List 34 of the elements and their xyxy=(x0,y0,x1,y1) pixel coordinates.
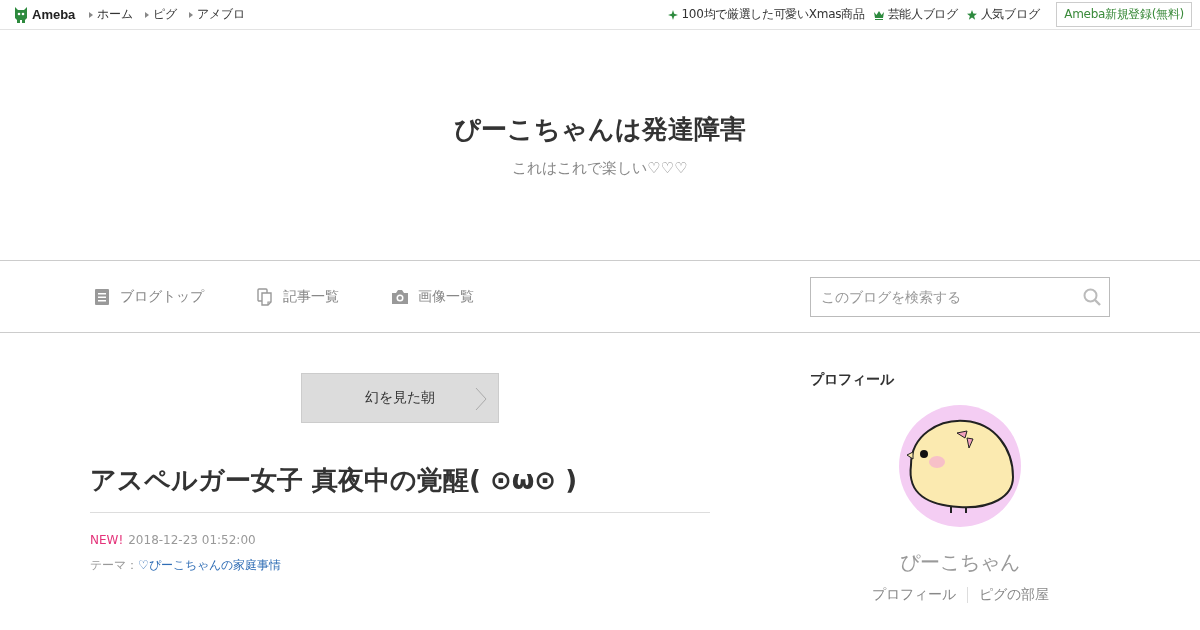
promo-link[interactable]: 芸能人ブログ xyxy=(873,6,958,23)
search-icon[interactable] xyxy=(1083,287,1101,306)
section-heading: プロフィール xyxy=(810,371,894,389)
pages-icon xyxy=(256,287,274,306)
star-icon xyxy=(966,9,977,20)
theme-label: テーマ： xyxy=(90,558,138,572)
header-link[interactable]: ピグ xyxy=(145,6,178,23)
ameba-logo[interactable]: Ameba xyxy=(13,5,76,24)
chevron-icon xyxy=(474,387,488,411)
triangle-icon xyxy=(145,11,150,18)
nav-link[interactable]: 記事一覧 xyxy=(256,287,339,306)
crown-icon xyxy=(873,9,884,20)
theme-link[interactable]: ♡ぴーこちゃんの家庭事情 xyxy=(138,558,281,572)
promo-link[interactable]: 100均で厳選した可愛いXmas商品 xyxy=(667,6,865,23)
previous-article-button[interactable]: 幻を見た朝 xyxy=(301,373,499,423)
sparkle-icon xyxy=(667,9,678,20)
header-link[interactable]: ホーム xyxy=(89,6,134,23)
profile-link[interactable]: ピグの部屋 xyxy=(978,586,1049,604)
triangle-icon xyxy=(189,11,194,18)
article-title: アスペルガー女子 真夜中の覚醒( ⊙ω⊙ ) xyxy=(90,463,710,513)
camera-icon xyxy=(391,287,409,306)
header-link[interactable]: アメブロ xyxy=(189,6,246,23)
document-icon xyxy=(93,287,111,306)
article-date: 2018-12-23 01:52:00 xyxy=(128,533,256,547)
triangle-icon xyxy=(89,11,94,18)
signup-button[interactable]: Ameba新規登録(無料) xyxy=(1056,2,1192,27)
nav-link[interactable]: 画像一覧 xyxy=(391,287,474,306)
profile-link[interactable]: プロフィール xyxy=(871,586,956,604)
search-field[interactable]: このブログを検索する xyxy=(810,276,1110,317)
nav-link[interactable]: ブログトップ xyxy=(93,287,204,306)
blog-title[interactable]: ぴーこちゃんは発達障害 xyxy=(454,112,746,147)
promo-link[interactable]: 人気ブログ xyxy=(966,6,1040,23)
blog-subtitle: これはこれで楽しい♡♡♡ xyxy=(512,159,688,178)
new-label: NEW! xyxy=(90,533,124,547)
